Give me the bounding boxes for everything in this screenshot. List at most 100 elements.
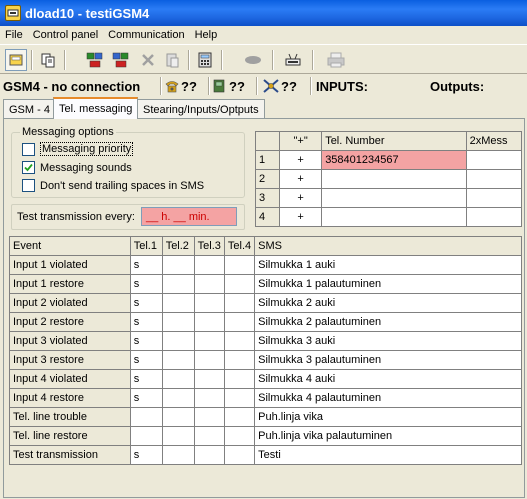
tab-gsm4[interactable]: GSM - 4 xyxy=(3,99,56,119)
tel4-cell[interactable] xyxy=(223,274,256,294)
no-trailing-spaces-checkbox[interactable] xyxy=(22,179,35,192)
phone-2xmess-cell[interactable] xyxy=(465,188,523,208)
sms-text-cell[interactable]: Puh.linja vika xyxy=(254,407,522,427)
phone-number-cell[interactable] xyxy=(321,188,467,208)
messaging-priority-checkbox[interactable] xyxy=(22,142,35,156)
phone-2xmess-cell[interactable] xyxy=(465,207,523,227)
write-device-icon[interactable] xyxy=(110,49,132,71)
event-name-cell: Test transmission xyxy=(9,445,131,465)
menu-communication[interactable]: Communication xyxy=(103,29,189,41)
connection-status: GSM4 - no connection xyxy=(3,78,141,94)
phone-number-cell[interactable] xyxy=(321,169,467,189)
tel1-cell[interactable]: s xyxy=(129,350,163,370)
tel1-cell[interactable] xyxy=(129,426,163,446)
phone-plus-cell[interactable]: + xyxy=(279,207,323,227)
tel3-cell[interactable] xyxy=(193,350,225,370)
messaging-sounds-checkbox[interactable] xyxy=(22,161,35,174)
sms-text-cell[interactable]: Silmukka 4 auki xyxy=(254,369,522,389)
sms-text-cell[interactable]: Silmukka 4 palautuminen xyxy=(254,388,522,408)
test-transmission-input[interactable]: __ h. __ min. xyxy=(141,207,237,226)
phone-number-table: "+" Tel. Number 2xMess 1 + 358401234567 … xyxy=(254,131,523,227)
paste-icon[interactable] xyxy=(161,49,183,71)
tel1-cell[interactable]: s xyxy=(129,274,163,294)
inputs-label: INPUTS: xyxy=(316,78,368,94)
tel4-cell[interactable] xyxy=(223,426,256,446)
read-device-icon[interactable] xyxy=(84,49,106,71)
phone-number-cell[interactable]: 358401234567 xyxy=(321,150,467,170)
sms-text-cell[interactable]: Silmukka 3 palautuminen xyxy=(254,350,522,370)
tel4-cell[interactable] xyxy=(223,369,256,389)
tel2-cell[interactable] xyxy=(161,274,195,294)
tel3-cell[interactable] xyxy=(193,255,225,275)
tel4-cell[interactable] xyxy=(223,293,256,313)
tel2-cell[interactable] xyxy=(161,369,195,389)
phone-col-number: Tel. Number xyxy=(321,131,467,151)
tel2-cell[interactable] xyxy=(161,312,195,332)
tel4-cell[interactable] xyxy=(223,255,256,275)
messaging-priority-option[interactable]: Messaging priority xyxy=(22,142,134,156)
tel1-cell[interactable]: s xyxy=(129,312,163,332)
calculator-icon[interactable] xyxy=(194,49,216,71)
tel1-cell[interactable]: s xyxy=(129,293,163,313)
tel2-cell[interactable] xyxy=(161,445,195,465)
tel3-cell[interactable] xyxy=(193,407,225,427)
copy-icon[interactable] xyxy=(37,49,59,71)
tel2-cell[interactable] xyxy=(161,255,195,275)
tab-stearing-inputs-outputs[interactable]: Stearing/Inputs/Optputs xyxy=(137,99,265,119)
disconnect-icon[interactable] xyxy=(242,49,264,71)
tel4-cell[interactable] xyxy=(223,445,256,465)
tel4-cell[interactable] xyxy=(223,407,256,427)
tel4-cell[interactable] xyxy=(223,350,256,370)
tab-tel-messaging[interactable]: Tel. messaging xyxy=(53,97,139,119)
print-icon[interactable] xyxy=(325,49,347,71)
sms-text-cell[interactable]: Silmukka 3 auki xyxy=(254,331,522,351)
tel3-cell[interactable] xyxy=(193,426,225,446)
tel3-cell[interactable] xyxy=(193,388,225,408)
phone-2xmess-cell[interactable] xyxy=(465,150,523,170)
tel4-cell[interactable] xyxy=(223,312,256,332)
tel2-cell[interactable] xyxy=(161,350,195,370)
phone-plus-cell[interactable]: + xyxy=(279,188,323,208)
tel3-cell[interactable] xyxy=(193,445,225,465)
open-icon[interactable] xyxy=(5,49,27,71)
event-row: Input 4 violated s Silmukka 4 auki xyxy=(9,369,522,389)
tel1-cell[interactable]: s xyxy=(129,388,163,408)
tel1-cell[interactable] xyxy=(129,407,163,427)
phone-plus-cell[interactable]: + xyxy=(279,169,323,189)
tel3-cell[interactable] xyxy=(193,274,225,294)
tel3-cell[interactable] xyxy=(193,293,225,313)
sms-text-cell[interactable]: Silmukka 1 auki xyxy=(254,255,522,275)
event-row: Input 3 violated s Silmukka 3 auki xyxy=(9,331,522,351)
tel3-cell[interactable] xyxy=(193,369,225,389)
no-trailing-spaces-option[interactable]: Don't send trailing spaces in SMS xyxy=(22,179,204,192)
sms-text-cell[interactable]: Silmukka 1 palautuminen xyxy=(254,274,522,294)
tel1-cell[interactable]: s xyxy=(129,369,163,389)
menu-help[interactable]: Help xyxy=(190,29,223,41)
phone-number-cell[interactable] xyxy=(321,207,467,227)
sms-text-cell[interactable]: Testi xyxy=(254,445,522,465)
tel2-cell[interactable] xyxy=(161,293,195,313)
modem-icon[interactable] xyxy=(282,49,304,71)
menu-control-panel[interactable]: Control panel xyxy=(28,29,103,41)
tel1-cell[interactable]: s xyxy=(129,445,163,465)
messaging-sounds-option[interactable]: Messaging sounds xyxy=(22,161,132,174)
tel3-cell[interactable] xyxy=(193,312,225,332)
tel2-cell[interactable] xyxy=(161,426,195,446)
messaging-sounds-label: Messaging sounds xyxy=(40,161,132,174)
tel1-cell[interactable]: s xyxy=(129,331,163,351)
tel2-cell[interactable] xyxy=(161,331,195,351)
sms-text-cell[interactable]: Puh.linja vika palautuminen xyxy=(254,426,522,446)
tel3-cell[interactable] xyxy=(193,331,225,351)
phone-plus-cell[interactable]: + xyxy=(279,150,323,170)
tel2-cell[interactable] xyxy=(161,388,195,408)
tel2-cell[interactable] xyxy=(161,407,195,427)
tel4-cell[interactable] xyxy=(223,331,256,351)
phone-2xmess-cell[interactable] xyxy=(465,169,523,189)
sms-text-cell[interactable]: Silmukka 2 palautuminen xyxy=(254,312,522,332)
tel1-cell[interactable]: s xyxy=(129,255,163,275)
event-col-tel4: Tel.4 xyxy=(223,236,256,256)
tel4-cell[interactable] xyxy=(223,388,256,408)
menu-file[interactable]: File xyxy=(0,29,28,41)
sms-text-cell[interactable]: Silmukka 2 auki xyxy=(254,293,522,313)
delete-icon[interactable] xyxy=(137,49,159,71)
